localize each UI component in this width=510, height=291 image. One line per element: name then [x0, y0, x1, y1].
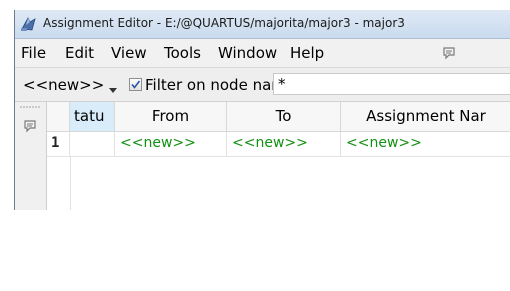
menu-help[interactable]: Help — [290, 44, 324, 62]
quartus-app-icon — [20, 16, 37, 32]
chevron-down-icon[interactable] — [108, 80, 118, 93]
column-to[interactable]: To — [227, 102, 341, 131]
comment-icon[interactable] — [442, 46, 456, 60]
filter-toolbar: <<new>> Filter on node names: — [15, 68, 510, 102]
menu-tools[interactable]: Tools — [164, 44, 201, 62]
window-title: Assignment Editor - E:/@QUARTUS/majorita… — [43, 16, 405, 30]
comment-icon[interactable] — [23, 118, 37, 133]
side-gripper — [15, 102, 47, 210]
status-cell[interactable] — [70, 132, 115, 156]
menu-file[interactable]: File — [21, 44, 46, 62]
checkmark-icon — [131, 80, 141, 89]
menu-edit[interactable]: Edit — [65, 44, 94, 62]
column-status[interactable]: tatu — [70, 102, 115, 131]
assignment-table: tatu From To Assignment Nar 1 <<new>> <<… — [47, 102, 510, 210]
grip-dots-icon[interactable] — [19, 105, 41, 109]
filter-checkbox[interactable] — [129, 78, 142, 91]
title-bar[interactable]: Assignment Editor - E:/@QUARTUS/majorita… — [15, 10, 510, 39]
row-number-column — [47, 156, 71, 210]
column-from[interactable]: From — [115, 102, 227, 131]
column-assignment-name[interactable]: Assignment Nar — [341, 102, 510, 131]
menu-view[interactable]: View — [111, 44, 147, 62]
table-row[interactable]: 1 <<new>> <<new>> <<new>> — [47, 132, 510, 157]
assignment-name-cell[interactable]: <<new>> — [341, 132, 510, 156]
row-number: 1 — [47, 132, 70, 156]
menu-window[interactable]: Window — [218, 44, 277, 62]
to-cell[interactable]: <<new>> — [227, 132, 341, 156]
row-number-header — [47, 102, 70, 131]
assignment-editor-window: Assignment Editor - E:/@QUARTUS/majorita… — [14, 10, 510, 210]
table-header: tatu From To Assignment Nar — [47, 102, 510, 132]
from-cell[interactable]: <<new>> — [115, 132, 227, 156]
menu-bar: File Edit View Tools Window Help — [15, 39, 510, 68]
filter-input[interactable] — [273, 73, 510, 95]
node-combo-value[interactable]: <<new>> — [23, 76, 104, 94]
